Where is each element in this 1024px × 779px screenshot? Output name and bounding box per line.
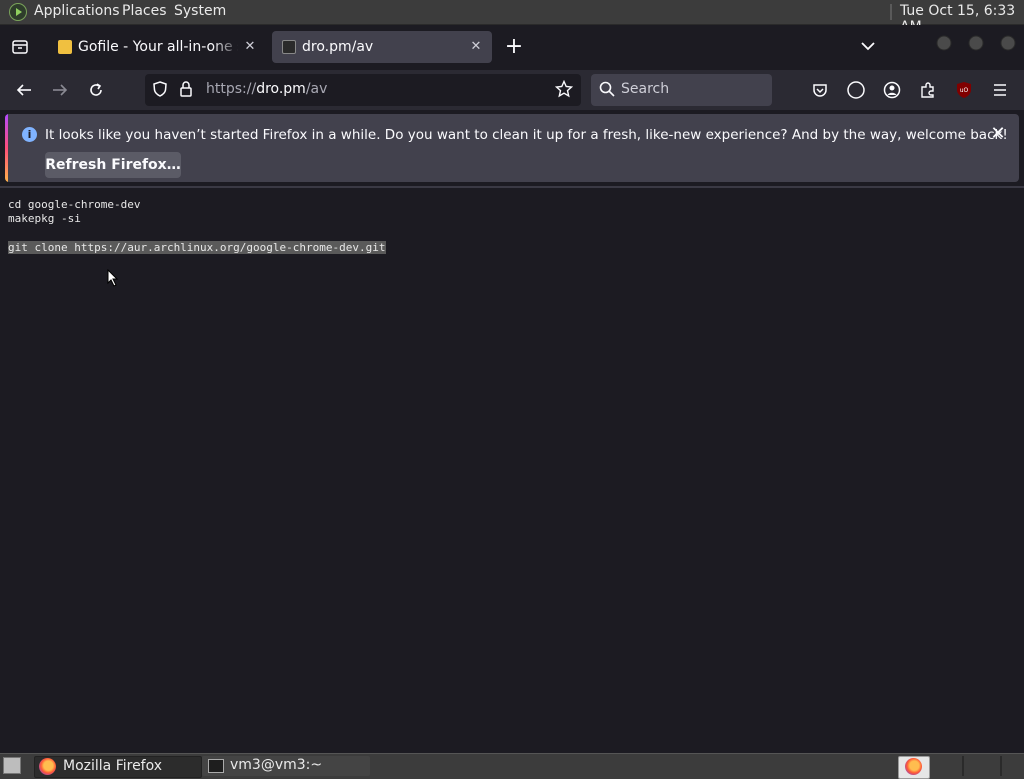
taskbar-item-terminal[interactable]: vm3@vm3:~ bbox=[202, 756, 370, 776]
search-icon bbox=[599, 81, 617, 99]
notification-message: It looks like you haven’t started Firefo… bbox=[45, 127, 1008, 143]
show-desktop-icon[interactable] bbox=[3, 757, 21, 774]
search-placeholder: Search bbox=[621, 81, 670, 97]
places-menu[interactable]: Places bbox=[122, 3, 167, 19]
distro-logo-icon[interactable] bbox=[9, 3, 27, 21]
account-icon[interactable] bbox=[878, 76, 906, 104]
top-panel: Applications Places System Tue Oct 15, 6… bbox=[0, 0, 1024, 35]
taskbar-item-firefox[interactable]: Mozilla Firefox bbox=[34, 756, 202, 778]
tab-dro-pm[interactable]: dro.pm/av ✕ bbox=[272, 31, 492, 63]
taskbar-item-label: vm3@vm3:~ bbox=[230, 757, 323, 773]
tab-strip: Gofile - Your all-in-one storage ✕ dro.p… bbox=[0, 25, 1024, 70]
code-line-selected[interactable]: git clone https://aur.archlinux.org/goog… bbox=[8, 241, 386, 254]
firefox-view-icon[interactable] bbox=[6, 33, 34, 61]
pocket-icon[interactable] bbox=[806, 76, 834, 104]
search-bar[interactable]: Search bbox=[591, 74, 772, 106]
hamburger-menu-icon[interactable] bbox=[986, 76, 1014, 104]
workspace-divider bbox=[1000, 756, 1002, 776]
mouse-cursor-icon bbox=[107, 268, 119, 291]
forward-icon[interactable] bbox=[46, 76, 74, 104]
refresh-firefox-notification: i It looks like you haven’t started Fire… bbox=[5, 114, 1019, 182]
minimize-window-icon[interactable] bbox=[930, 33, 958, 61]
maximize-window-icon[interactable] bbox=[962, 33, 990, 61]
terminal-favicon-icon bbox=[282, 40, 296, 54]
tab-title-fade bbox=[212, 31, 242, 63]
extensions-puzzle-icon[interactable] bbox=[914, 76, 942, 104]
close-window-icon[interactable] bbox=[994, 33, 1022, 61]
workspace-divider bbox=[962, 756, 964, 776]
bottom-taskbar: Mozilla Firefox vm3@vm3:~ bbox=[0, 753, 1024, 779]
code-line-2: makepkg -si bbox=[8, 212, 81, 225]
terminal-icon bbox=[208, 759, 224, 773]
applications-menu[interactable]: Applications bbox=[34, 3, 120, 19]
notification-accent-strip bbox=[5, 114, 8, 182]
url-text[interactable]: https://dro.pm/av bbox=[206, 81, 327, 97]
info-icon: i bbox=[22, 127, 37, 142]
system-menu[interactable]: System bbox=[174, 3, 226, 19]
code-line-1: cd google-chrome-dev bbox=[8, 198, 141, 211]
close-notification-icon[interactable]: ✕ bbox=[987, 123, 1009, 145]
panel-separator bbox=[890, 4, 892, 20]
tab-gofile[interactable]: Gofile - Your all-in-one storage ✕ bbox=[48, 31, 266, 63]
list-all-tabs-icon[interactable] bbox=[854, 33, 882, 61]
firefox-icon bbox=[905, 758, 922, 775]
navigation-toolbar: https://dro.pm/av Search uO bbox=[0, 70, 1024, 110]
close-tab-icon[interactable]: ✕ bbox=[240, 37, 260, 57]
page-content: cd google-chrome-dev makepkg -si git clo… bbox=[0, 188, 1024, 753]
svg-text:uO: uO bbox=[960, 87, 969, 94]
new-tab-icon[interactable]: + bbox=[500, 33, 528, 61]
refresh-firefox-button[interactable]: Refresh Firefox… bbox=[45, 152, 181, 178]
ublock-origin-icon[interactable]: uO bbox=[950, 76, 978, 104]
url-host: dro.pm bbox=[256, 81, 306, 97]
firefox-icon bbox=[39, 758, 56, 775]
tracking-protection-shield-icon[interactable] bbox=[151, 80, 171, 100]
url-path: /av bbox=[305, 81, 328, 97]
back-icon[interactable] bbox=[10, 76, 38, 104]
reload-icon[interactable] bbox=[82, 76, 110, 104]
url-scheme: https:// bbox=[206, 81, 257, 97]
close-tab-icon[interactable]: ✕ bbox=[466, 37, 486, 57]
url-bar[interactable]: https://dro.pm/av bbox=[145, 74, 581, 106]
gofile-favicon-icon bbox=[58, 40, 72, 54]
lock-icon[interactable] bbox=[178, 80, 196, 100]
bookmark-star-icon[interactable] bbox=[554, 79, 575, 100]
extension-circle-icon[interactable] bbox=[842, 76, 870, 104]
workspace-switcher[interactable] bbox=[898, 756, 930, 779]
tab-title: dro.pm/av bbox=[302, 39, 374, 55]
taskbar-item-label: Mozilla Firefox bbox=[63, 758, 163, 774]
